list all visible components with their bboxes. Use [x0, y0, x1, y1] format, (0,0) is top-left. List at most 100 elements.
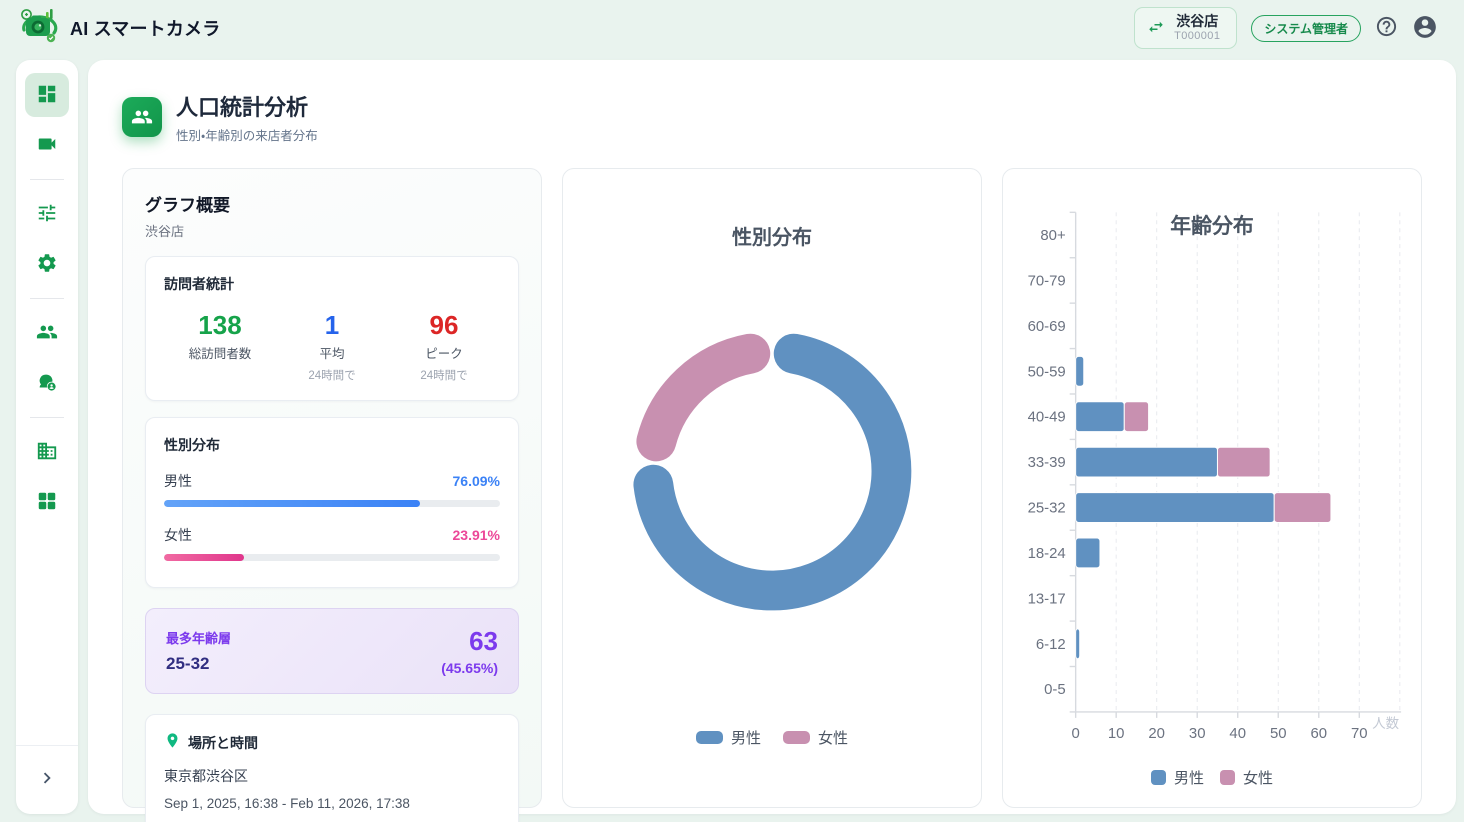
- top-header: AI スマートカメラ 渋谷店 T000001 システム管理者: [0, 0, 1464, 56]
- svg-text:70-79: 70-79: [1028, 272, 1066, 289]
- header-right: 渋谷店 T000001 システム管理者: [1134, 7, 1438, 50]
- svg-text:13-17: 13-17: [1028, 590, 1066, 607]
- legend-item-female[interactable]: 女性: [1220, 767, 1273, 788]
- legend-item-female[interactable]: 女性: [783, 727, 848, 748]
- settings-gear-icon: [36, 252, 58, 277]
- people-icon: [122, 97, 162, 137]
- age-bar-chart: 80+ 70-79 60-69 50-59 40-49 33-39 25-32 18-24 13…: [1003, 169, 1421, 807]
- female-progress-fill: [164, 554, 244, 561]
- camera-logo-icon: [18, 6, 60, 51]
- help-icon: [1375, 15, 1398, 41]
- svg-text:0-5: 0-5: [1044, 681, 1066, 698]
- svg-text:30: 30: [1189, 725, 1206, 742]
- swap-horizontal-icon: [1147, 18, 1165, 39]
- female-progress-track: [164, 554, 500, 561]
- svg-text:0: 0: [1072, 725, 1080, 742]
- svg-text:33-39: 33-39: [1028, 454, 1066, 471]
- people-icon: [36, 321, 58, 346]
- gender-card-title: 性別分布: [164, 435, 500, 455]
- male-progress-fill: [164, 500, 420, 507]
- svg-text:60: 60: [1310, 725, 1327, 742]
- sidebar-item-tune[interactable]: [25, 192, 69, 236]
- sidebar-divider: [30, 179, 64, 180]
- top-age-percent: (45.65%): [441, 660, 498, 676]
- visitor-stats-title: 訪問者統計: [164, 274, 500, 294]
- sidebar: [16, 60, 78, 814]
- svg-text:6-12: 6-12: [1036, 636, 1066, 653]
- main-panel: 人口統計分析 性別・年齢別の来店者分布 グラフ概要 渋谷店 訪問者統計 138 …: [88, 60, 1456, 814]
- top-age-range: 25-32: [166, 654, 231, 674]
- sidebar-item-admin[interactable]: [25, 361, 69, 405]
- sidebar-item-settings[interactable]: [25, 242, 69, 286]
- sidebar-item-dashboard[interactable]: [25, 73, 69, 117]
- store-switcher-button[interactable]: 渋谷店 T000001: [1134, 7, 1237, 50]
- age-bar-card: 80+ 70-79 60-69 50-59 40-49 33-39 25-32 18-24 13…: [1002, 168, 1422, 808]
- svg-text:70: 70: [1351, 725, 1368, 742]
- sidebar-item-stores[interactable]: [25, 430, 69, 474]
- stat-average: 1 平均 24時間で: [276, 310, 388, 383]
- page-title: 人口統計分析: [176, 90, 318, 122]
- svg-text:18-24: 18-24: [1028, 545, 1066, 562]
- tune-icon: [36, 202, 58, 227]
- location-title: 場所と時間: [188, 733, 258, 753]
- overview-card: グラフ概要 渋谷店 訪問者統計 138 総訪問者数 1 平均 24時間で: [122, 168, 542, 808]
- overview-store: 渋谷店: [145, 221, 519, 240]
- female-label: 女性: [164, 525, 192, 545]
- male-progress-track: [164, 500, 500, 507]
- svg-text:25-32: 25-32: [1028, 500, 1066, 517]
- male-percent: 76.09%: [453, 473, 500, 489]
- page-subtitle: 性別・年齢別の来店者分布: [176, 125, 318, 144]
- sidebar-item-cameras[interactable]: [25, 123, 69, 167]
- sidebar-item-tables[interactable]: [25, 480, 69, 524]
- page-header: 人口統計分析 性別・年齢別の来店者分布: [122, 90, 1422, 144]
- donut-legend: 男性 女性: [563, 727, 981, 748]
- video-camera-icon: [36, 133, 58, 158]
- dashboard-icon: [36, 83, 58, 108]
- location-period: Sep 1, 2025, 16:38 - Feb 11, 2026, 17:38: [164, 796, 500, 811]
- gender-distribution-card: 性別分布 男性 76.09% 女性 23.91%: [145, 417, 519, 588]
- bar-legend: 男性 女性: [1003, 767, 1421, 788]
- location-place: 東京都渋谷区: [164, 766, 500, 786]
- chevron-right-icon: [36, 767, 58, 792]
- stat-total: 138 総訪問者数: [164, 310, 276, 383]
- legend-item-male[interactable]: 男性: [1151, 767, 1204, 788]
- account-button[interactable]: [1412, 14, 1438, 43]
- legend-item-male[interactable]: 男性: [696, 727, 761, 748]
- svg-text:10: 10: [1108, 725, 1125, 742]
- sidebar-collapse-button[interactable]: [25, 757, 69, 801]
- svg-text:40: 40: [1229, 725, 1246, 742]
- role-badge: システム管理者: [1251, 15, 1361, 42]
- help-button[interactable]: [1375, 15, 1398, 41]
- svg-text:50: 50: [1270, 725, 1287, 742]
- location-card: 場所と時間 東京都渋谷区 Sep 1, 2025, 16:38 - Feb 11…: [145, 714, 519, 822]
- svg-text:80+: 80+: [1040, 227, 1065, 244]
- top-age-label: 最多年齢層: [166, 628, 231, 647]
- grid-icon: [36, 490, 58, 515]
- overview-title: グラフ概要: [145, 191, 519, 216]
- male-label: 男性: [164, 471, 192, 491]
- svg-text:60-69: 60-69: [1028, 318, 1066, 335]
- visitor-stats-card: 訪問者統計 138 総訪問者数 1 平均 24時間で 96 ピーク: [145, 256, 519, 401]
- stat-peak: 96 ピーク 24時間で: [388, 310, 500, 383]
- building-icon: [36, 440, 58, 465]
- svg-text:50-59: 50-59: [1028, 363, 1066, 380]
- gender-donut-card: 性別分布 男性 女性: [562, 168, 982, 808]
- svg-text:40-49: 40-49: [1028, 409, 1066, 426]
- top-age-count: 63: [441, 626, 498, 657]
- location-pin-icon: [164, 732, 181, 754]
- svg-text:人数: 人数: [1372, 716, 1399, 731]
- brand: AI スマートカメラ: [18, 6, 220, 51]
- store-code: T000001: [1174, 30, 1220, 43]
- sidebar-item-people[interactable]: [25, 311, 69, 355]
- gender-donut-chart: [563, 169, 981, 807]
- svg-text:20: 20: [1148, 725, 1165, 742]
- female-percent: 23.91%: [453, 527, 500, 543]
- sidebar-divider: [30, 298, 64, 299]
- app-title: AI スマートカメラ: [70, 15, 220, 41]
- admin-user-icon: [36, 371, 58, 396]
- svg-text:年齢分布: 年齢分布: [1170, 214, 1254, 238]
- top-age-card: 最多年齢層 25-32 63 (45.65%): [145, 608, 519, 694]
- account-icon: [1412, 14, 1438, 43]
- sidebar-divider: [30, 417, 64, 418]
- store-name: 渋谷店: [1174, 13, 1220, 31]
